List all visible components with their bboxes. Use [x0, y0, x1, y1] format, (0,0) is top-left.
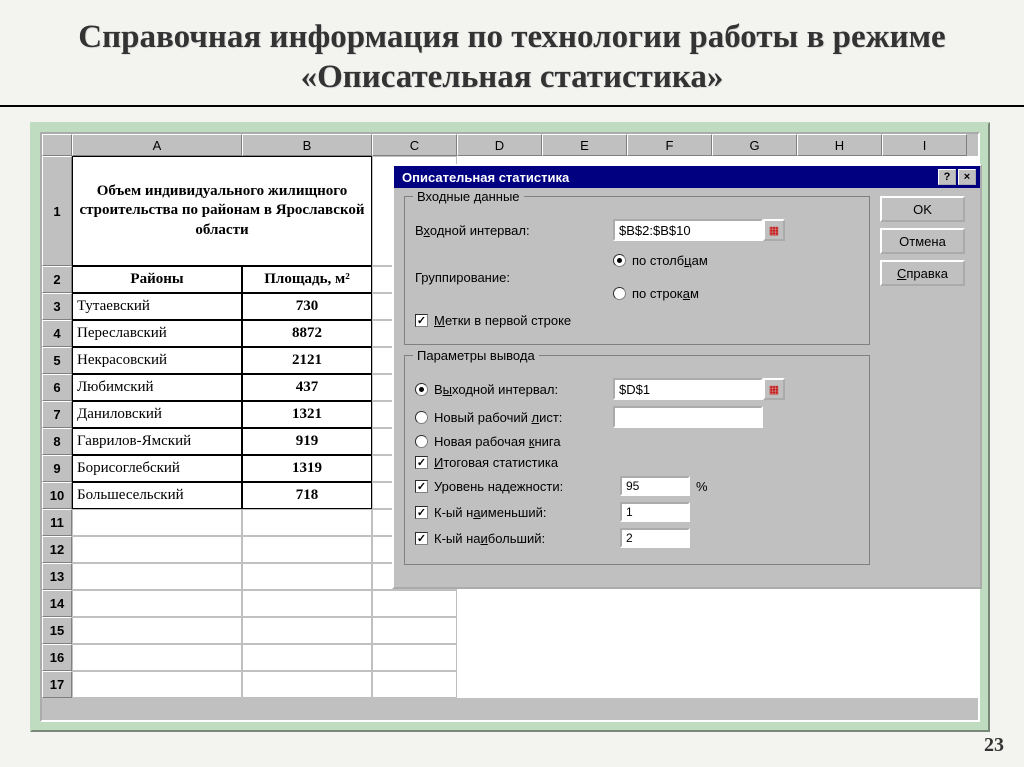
radio-by-rows[interactable] [613, 287, 626, 300]
output-group: Параметры вывода Выходной интервал: $D$1… [404, 355, 870, 565]
input-range-field[interactable]: $B$2:$B$10 [613, 219, 763, 241]
corner-cell[interactable] [42, 134, 72, 156]
colhdr-C[interactable]: C [372, 134, 457, 156]
help-icon[interactable]: ? [938, 169, 956, 185]
grouping-label: Группирование: [415, 270, 605, 285]
colhdr-H[interactable]: H [797, 134, 882, 156]
dialog-titlebar[interactable]: Описательная статистика ? × [394, 166, 980, 188]
page-number: 23 [984, 734, 1004, 757]
row-14: 14 [42, 590, 978, 617]
input-range-label: Входной интервал: [415, 223, 605, 238]
chk-kth-smallest-label: К-ый наименьший: [434, 505, 614, 520]
colhdr-F[interactable]: F [627, 134, 712, 156]
chk-kth-largest[interactable] [415, 532, 428, 545]
dialog-title: Описательная статистика [402, 170, 569, 185]
new-book-label: Новая рабочая книга [434, 434, 561, 449]
header-rayony[interactable]: Районы [72, 266, 242, 293]
slide-title: Справочная информация по технологии рабо… [0, 0, 1024, 107]
rowhdr-1[interactable]: 1 [42, 156, 72, 266]
close-icon[interactable]: × [958, 169, 976, 185]
output-group-legend: Параметры вывода [413, 348, 539, 363]
descriptive-stats-dialog: Описательная статистика ? × Входные данн… [392, 164, 982, 589]
chk-confidence-label: Уровень надежности: [434, 479, 614, 494]
colhdr-G[interactable]: G [712, 134, 797, 156]
chk-summary-stats[interactable] [415, 456, 428, 469]
help-button[interactable]: Справка [880, 260, 965, 286]
percent-label: % [696, 479, 708, 494]
rowhdr-3[interactable]: 3 [42, 293, 72, 320]
data-name-0[interactable]: Тутаевский [72, 293, 242, 320]
column-header-row: A B C D E F G H I [42, 134, 978, 156]
cancel-button[interactable]: Отмена [880, 228, 965, 254]
row-16: 16 [42, 644, 978, 671]
header-area[interactable]: Площадь, м² [242, 266, 372, 293]
chk-confidence[interactable] [415, 480, 428, 493]
row-15: 15 [42, 617, 978, 644]
colhdr-I[interactable]: I [882, 134, 967, 156]
data-val-0[interactable]: 730 [242, 293, 372, 320]
inner-frame: A B C D E F G H I 1 Объем индивидуальног… [40, 132, 980, 722]
kth-smallest-field[interactable]: 1 [620, 502, 690, 522]
chk-summary-stats-label: Итоговая статистика [434, 455, 558, 470]
colhdr-A[interactable]: A [72, 134, 242, 156]
ok-button[interactable]: OK [880, 196, 965, 222]
radio-output-range[interactable] [415, 383, 428, 396]
output-range-field[interactable]: $D$1 [613, 378, 763, 400]
radio-new-book[interactable] [415, 435, 428, 448]
chk-kth-largest-label: К-ый наибольший: [434, 531, 614, 546]
rowhdr-2[interactable]: 2 [42, 266, 72, 293]
stage: A B C D E F G H I 1 Объем индивидуальног… [30, 122, 990, 732]
radio-by-columns-label: по столбцам [632, 253, 708, 268]
confidence-field[interactable]: 95 [620, 476, 690, 496]
colhdr-E[interactable]: E [542, 134, 627, 156]
radio-new-sheet[interactable] [415, 411, 428, 424]
chk-labels-first-row-label: Метки в первой строке [434, 313, 571, 328]
colhdr-D[interactable]: D [457, 134, 542, 156]
input-group: Входные данные Входной интервал: $B$2:$B… [404, 196, 870, 345]
input-group-legend: Входные данные [413, 189, 524, 204]
chk-kth-smallest[interactable] [415, 506, 428, 519]
kth-largest-field[interactable]: 2 [620, 528, 690, 548]
chk-labels-first-row[interactable] [415, 314, 428, 327]
new-sheet-label: Новый рабочий лист: [434, 410, 562, 425]
collapse-range-icon[interactable]: ▦ [763, 219, 785, 241]
output-range-label: Выходной интервал: [434, 382, 558, 397]
merged-title-cell[interactable]: Объем индивидуального жилищного строител… [72, 156, 372, 266]
radio-by-rows-label: по строкам [632, 286, 699, 301]
new-sheet-field[interactable] [613, 406, 763, 428]
collapse-range-icon-2[interactable]: ▦ [763, 378, 785, 400]
row-17: 17 [42, 671, 978, 698]
colhdr-B[interactable]: B [242, 134, 372, 156]
radio-by-columns[interactable] [613, 254, 626, 267]
